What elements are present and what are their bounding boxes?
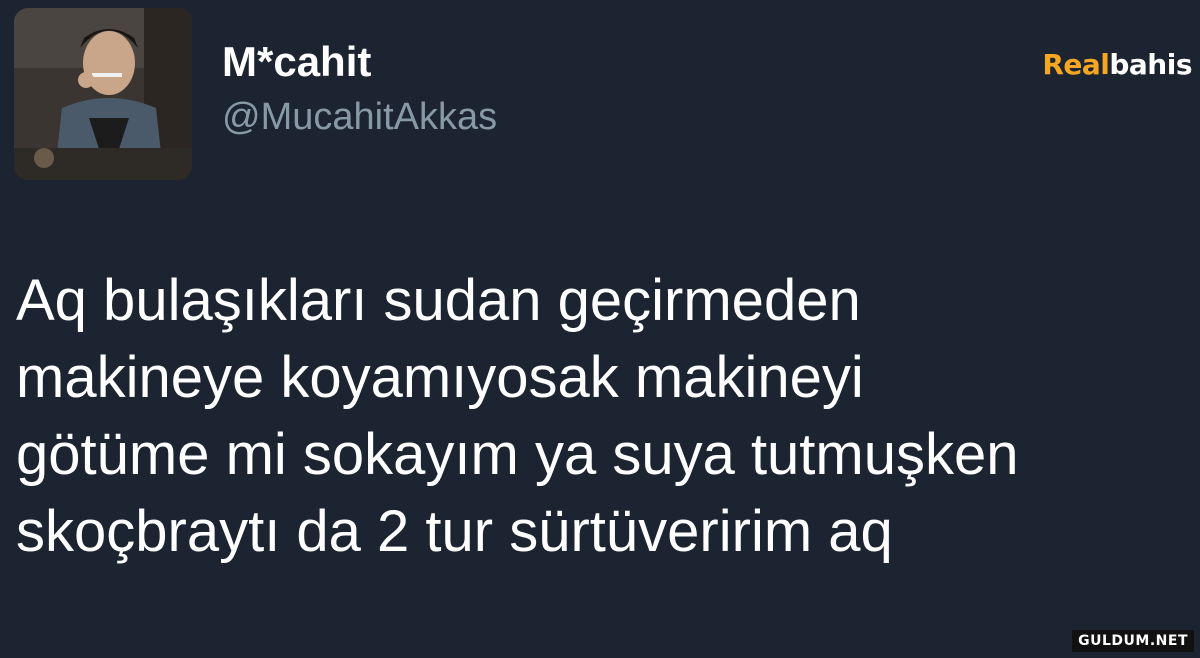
user-handle[interactable]: @MucahitAkkas — [222, 96, 497, 139]
tweet-line: Aq bulaşıkları sudan geçirmeden — [16, 268, 861, 333]
tweet-line: skoçbraytı da 2 tur sürtüveririm aq — [16, 499, 893, 564]
tweet-body: Aq bulaşıkları sudan geçirmeden makineye… — [16, 262, 1186, 570]
site-watermark: GULDUM.NET — [1072, 630, 1194, 652]
profile-avatar[interactable] — [14, 8, 192, 180]
tweet-line: makineye koyamıyosak makineyi — [16, 345, 864, 410]
avatar-photo-icon — [14, 8, 192, 180]
display-name[interactable]: M*cahit — [222, 38, 371, 86]
tweet-line: götüme mi sokayım ya suya tutmuşken — [16, 422, 1019, 487]
brand-watermark-part-a: Real — [1042, 48, 1110, 81]
brand-watermark: Realbahis — [1042, 48, 1192, 81]
brand-watermark-part-b: bahis — [1109, 48, 1192, 81]
